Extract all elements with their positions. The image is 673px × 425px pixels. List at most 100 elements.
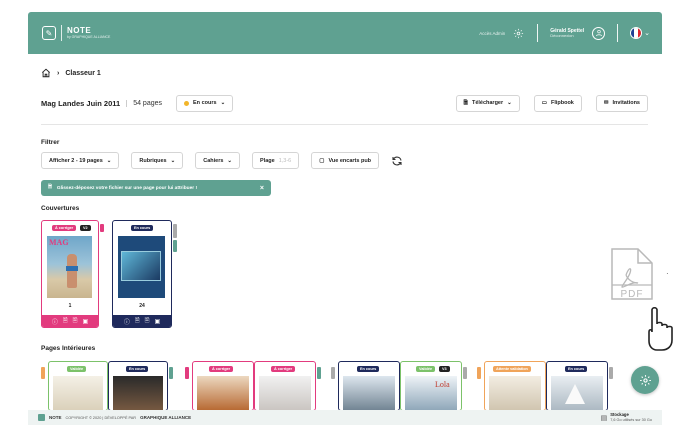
user-info[interactable]: Gérald Spettel Déconnexion [550, 28, 584, 39]
page-tab [463, 367, 467, 379]
invitations-button[interactable]: ✉ Invitations [595, 94, 648, 112]
inserts-view-button[interactable]: ▢ Vue encarts pub [311, 152, 380, 169]
flipbook-label: Flipbook [550, 100, 574, 106]
page-count: 54 pages [126, 99, 162, 107]
status-badge: En cours [131, 225, 154, 231]
breadcrumb: › Classeur 1 [41, 68, 101, 78]
cover-actions: ⓘ 🗎 🗎 ▣ [113, 315, 171, 327]
cover-page-24[interactable]: En cours 24 ⓘ 🗎 🗎 ▣ [112, 220, 172, 328]
inner-page[interactable]: Validée V3 Lola [400, 361, 462, 411]
inner-page[interactable]: En cours [546, 361, 608, 411]
inner-pages-heading: Pages Intérieures [41, 345, 96, 352]
file-icon[interactable]: 🗎 [135, 316, 140, 326]
page-thumbnail-image [259, 376, 311, 410]
page-thumbnail-image [53, 376, 103, 410]
image-icon[interactable]: ▣ [83, 318, 89, 325]
cover-page-1[interactable]: À corriger V2 MAG 1 ⓘ 🗎 🗎 ▣ [41, 220, 99, 328]
download-button[interactable]: 🗎 Télécharger ⌄ [455, 94, 520, 112]
cover-thumbnail-image [118, 236, 165, 298]
breadcrumb-current[interactable]: Classeur 1 [65, 70, 100, 77]
chevron-down-icon: ⌄ [170, 157, 176, 164]
drag-drop-hint: 🗎 Glissez-déposez votre fichier sur une … [41, 180, 271, 196]
footer-company[interactable]: GRAPHIQUE ALLIANCE [140, 415, 191, 420]
image-icon[interactable]: ▣ [155, 318, 161, 325]
logo-text: NOTE [67, 25, 92, 35]
status-badge: À corriger [52, 225, 77, 231]
app-window: ✎ NOTE by GRAPHIQUE ALLIANCE Accès Admin… [0, 0, 673, 425]
page-range-input[interactable]: Plage 1,3-6 [252, 152, 300, 169]
page-thumbnail-image [489, 376, 541, 410]
cahiers-label: Cahiers [203, 157, 224, 164]
version-badge: V2 [80, 225, 91, 231]
french-flag-icon[interactable] [630, 27, 643, 39]
page-number: 24 [139, 303, 145, 309]
main-content: › Classeur 1 Mag Landes Juin 2011 54 pag… [28, 54, 662, 425]
more-icon: · [666, 269, 669, 278]
admin-gear-icon[interactable] [511, 26, 525, 40]
footer-copyright: COPYRIGHT © 2020 | DÉVELOPPÉ PAR [65, 415, 137, 420]
status-badge: À corriger [209, 366, 234, 372]
chevron-down-icon: ⌄ [220, 100, 226, 106]
book-icon: ▭ [541, 100, 547, 106]
top-bar: ✎ NOTE by GRAPHIQUE ALLIANCE Accès Admin… [28, 12, 662, 54]
logo-icon: ✎ [42, 26, 56, 40]
page-tab [100, 224, 104, 232]
info-icon[interactable]: ⓘ [52, 317, 58, 326]
page-tab [173, 240, 177, 252]
display-pages-label: Afficher 2 - 19 pages [49, 157, 103, 164]
svg-text:PDF: PDF [621, 289, 644, 300]
version-badge: V3 [439, 366, 450, 372]
rubriques-label: Rubriques [139, 157, 167, 164]
file-icon[interactable]: 🗎 [145, 316, 150, 326]
invitations-label: Invitations [612, 100, 640, 106]
status-badge: En cours [565, 366, 588, 372]
status-badge: À corriger [271, 366, 296, 372]
flipbook-button[interactable]: ▭ Flipbook [533, 94, 582, 112]
file-icon: 🗎 [48, 185, 52, 190]
status-dropdown[interactable]: En cours ⌄ [176, 94, 234, 112]
chevron-down-icon: ⌄ [507, 100, 512, 106]
footer: NOTE COPYRIGHT © 2020 | DÉVELOPPÉ PAR GR… [28, 410, 662, 425]
magazine-header: Mag Landes Juin 2011 54 pages En cours ⌄… [41, 94, 648, 112]
page-tab [331, 367, 335, 379]
display-pages-dropdown[interactable]: Afficher 2 - 19 pages ⌄ [41, 152, 120, 169]
logout-link[interactable]: Déconnexion [550, 33, 584, 39]
inner-page[interactable]: À corriger [192, 361, 254, 411]
logo[interactable]: NOTE by GRAPHIQUE ALLIANCE [67, 25, 111, 40]
avatar-icon[interactable] [592, 26, 606, 40]
page-range-label: Plage [260, 157, 275, 164]
filter-heading: Filtrer [41, 139, 60, 146]
mail-icon: ✉ [603, 100, 609, 106]
database-icon: ▤ [600, 414, 608, 422]
inner-page[interactable]: Validée [48, 361, 108, 411]
close-icon[interactable]: × [260, 185, 264, 192]
page-tab [41, 367, 45, 379]
settings-fab-button[interactable] [631, 366, 659, 394]
refresh-icon[interactable] [391, 155, 403, 167]
inner-page[interactable]: Attente validation [484, 361, 546, 411]
inserts-icon: ▢ [319, 157, 325, 164]
page-tab [317, 367, 321, 379]
topbar-divider [537, 24, 539, 42]
cover-actions: ⓘ 🗎 🗎 ▣ [42, 315, 98, 327]
page-number: 1 [68, 303, 72, 309]
info-icon[interactable]: ⓘ [124, 317, 130, 326]
status-label: En cours [193, 100, 217, 106]
inner-page[interactable]: À corriger [254, 361, 316, 411]
page-tab [609, 367, 613, 379]
rubriques-dropdown[interactable]: Rubriques ⌄ [131, 152, 184, 169]
covers-heading: Couvertures [41, 205, 80, 212]
cahiers-dropdown[interactable]: Cahiers ⌄ [195, 152, 241, 169]
admin-access-link[interactable]: Accès Admin [479, 31, 505, 36]
logo-subtitle: by GRAPHIQUE ALLIANCE [67, 34, 111, 39]
inner-page[interactable]: En cours [338, 361, 400, 411]
page-thumbnail-image [197, 376, 249, 410]
chevron-down-icon: ⌄ [227, 157, 233, 164]
inner-page[interactable]: En cours [108, 361, 168, 411]
pdf-file-icon: PDF [611, 248, 653, 300]
chevron-down-icon[interactable]: ⌄ [644, 29, 650, 37]
home-icon[interactable] [41, 68, 51, 78]
file-icon[interactable]: 🗎 [63, 316, 68, 326]
file-icon[interactable]: 🗎 [73, 316, 78, 326]
download-label: Télécharger [471, 100, 504, 106]
